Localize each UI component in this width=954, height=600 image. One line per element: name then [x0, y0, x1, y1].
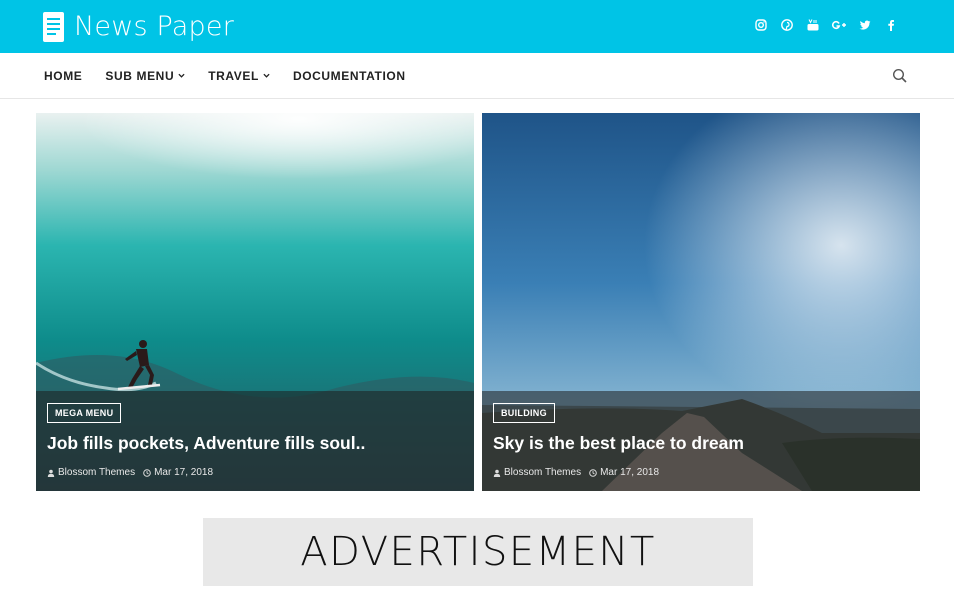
nav-item-documentation[interactable]: DOCUMENTATION [293, 69, 406, 83]
post-meta: Blossom Themes Mar 17, 2018 [493, 467, 659, 478]
clock-icon [143, 468, 151, 477]
instagram-icon[interactable] [753, 17, 769, 33]
post-title[interactable]: Job fills pockets, Adventure fills soul.… [47, 433, 365, 454]
nav-item-label: DOCUMENTATION [292, 68, 406, 83]
social-links [753, 17, 899, 33]
user-icon [47, 469, 55, 477]
search-icon[interactable] [892, 68, 908, 84]
post-author[interactable]: Blossom Themes [504, 467, 581, 478]
nav-item-sub-menu[interactable]: SUB MENU [105, 69, 185, 83]
category-badge[interactable]: MEGA MENU [47, 403, 122, 423]
advertisement-banner[interactable]: ADVERTISEMENT [203, 518, 753, 586]
nav-item-label: HOME [44, 68, 83, 83]
pinterest-icon[interactable] [779, 17, 795, 33]
chevron-down-icon [263, 73, 270, 78]
category-badge[interactable]: BUILDING [493, 403, 555, 423]
post-caption-overlay: MEGA MENU Job fills pockets, Adventure f… [36, 391, 474, 491]
site-logo[interactable]: News Paper [43, 11, 234, 43]
nav-item-label: TRAVEL [208, 68, 259, 83]
youtube-icon[interactable] [805, 17, 821, 33]
post-meta: Blossom Themes Mar 17, 2018 [47, 467, 213, 478]
post-date: Mar 17, 2018 [154, 467, 214, 478]
nav-menu: HOME SUB MENU TRAVEL DOCUMENTATION [44, 53, 406, 98]
google-plus-icon[interactable] [831, 17, 847, 33]
twitter-icon[interactable] [857, 17, 873, 33]
facebook-icon[interactable] [883, 17, 899, 33]
post-date: Mar 17, 2018 [600, 467, 660, 478]
post-author[interactable]: Blossom Themes [58, 467, 135, 478]
featured-post-card[interactable]: MEGA MENU Job fills pockets, Adventure f… [36, 113, 474, 491]
top-bar: News Paper [0, 0, 954, 53]
post-caption-overlay: BUILDING Sky is the best place to dream … [482, 391, 920, 491]
chevron-down-icon [178, 73, 185, 78]
nav-item-home[interactable]: HOME [44, 69, 82, 83]
newspaper-icon [43, 12, 64, 42]
site-title[interactable]: News Paper [74, 11, 234, 43]
nav-item-label: SUB MENU [105, 68, 175, 83]
nav-item-travel[interactable]: TRAVEL [208, 69, 270, 83]
user-icon [493, 469, 501, 477]
main-navigation: HOME SUB MENU TRAVEL DOCUMENTATION [0, 53, 954, 99]
post-title[interactable]: Sky is the best place to dream [493, 433, 744, 454]
featured-post-card[interactable]: BUILDING Sky is the best place to dream … [482, 113, 920, 491]
advertisement-label: ADVERTISEMENT [300, 529, 656, 575]
clock-icon [589, 468, 597, 477]
